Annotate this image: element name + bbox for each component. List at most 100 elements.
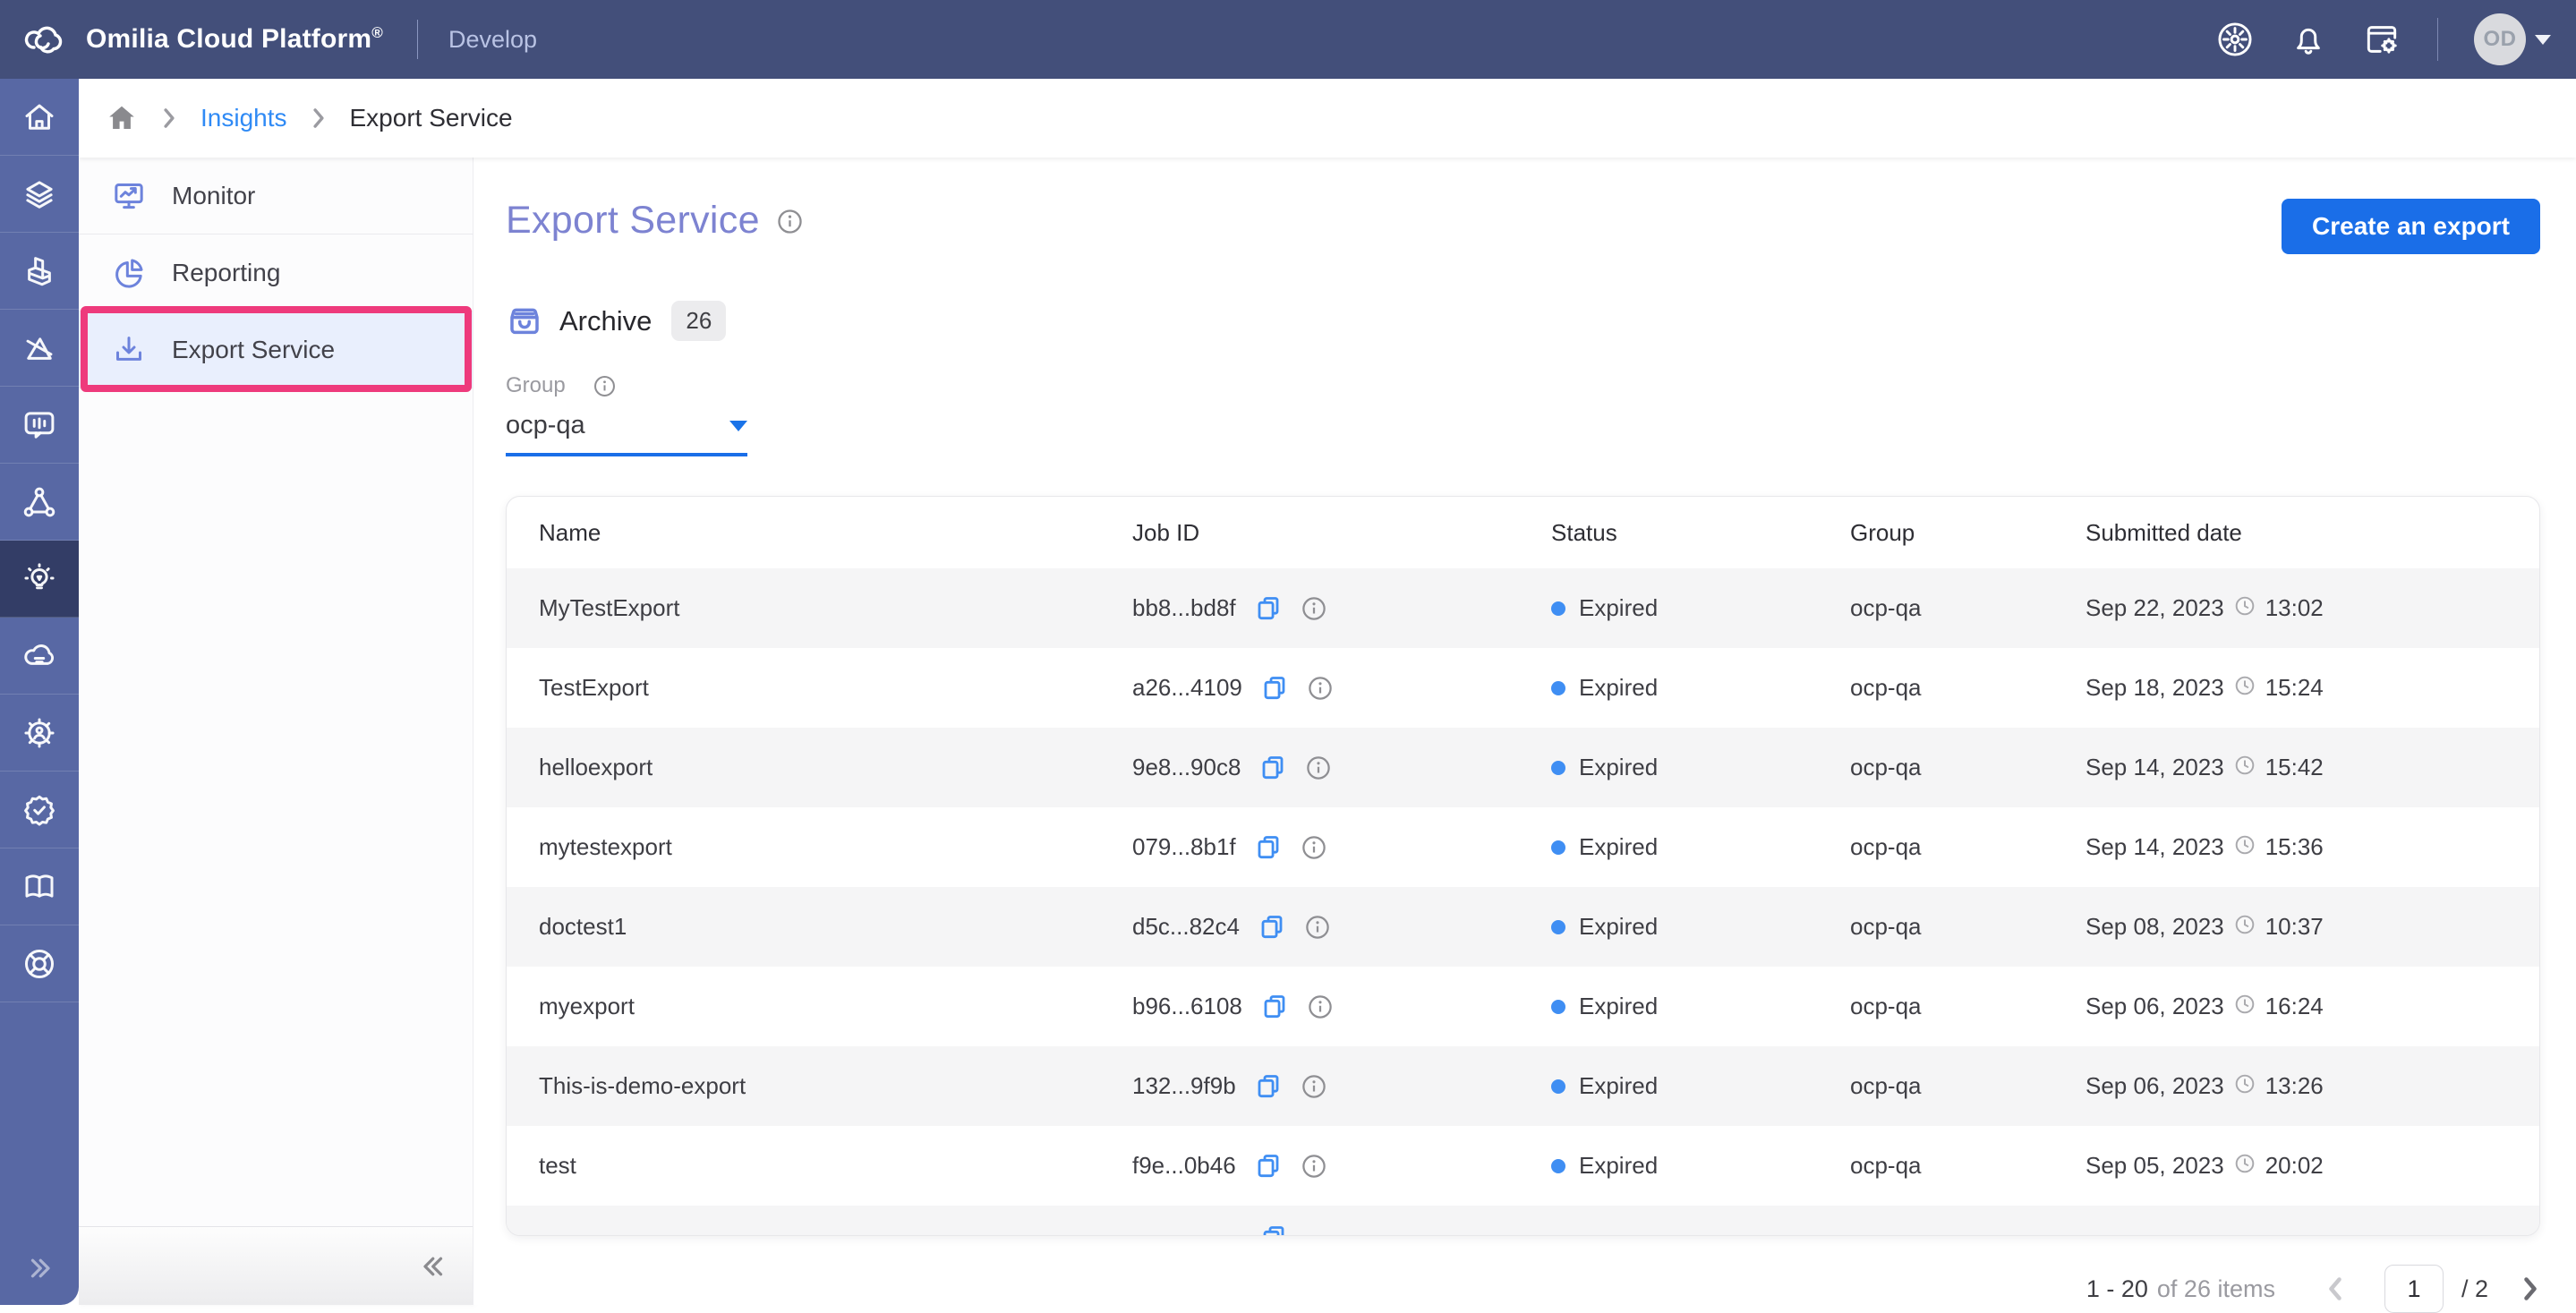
- settings-wheel-icon[interactable]: [2215, 20, 2255, 59]
- rail-3d-object-icon[interactable]: [0, 233, 79, 310]
- info-icon[interactable]: [1307, 675, 1334, 702]
- submitted-time: 15:24: [2265, 674, 2324, 702]
- copy-icon[interactable]: [1258, 913, 1286, 942]
- status-dot: [1551, 761, 1565, 775]
- export-name: test: [539, 1152, 1132, 1180]
- rail-badge-check-icon[interactable]: [0, 772, 79, 848]
- export-name: This-is-demo-export: [539, 1072, 1132, 1100]
- rail-home-icon[interactable]: [0, 79, 79, 156]
- collapse-sidebar-button[interactable]: [419, 1253, 449, 1280]
- table-row: MyTestExport bb8...bd8f Expired ocp-qa S…: [507, 568, 2539, 648]
- copy-icon[interactable]: [1254, 594, 1283, 623]
- status-dot: [1551, 681, 1565, 695]
- copy-icon[interactable]: [1260, 993, 1289, 1021]
- submitted-time: 13:26: [2265, 1072, 2324, 1100]
- group-cell: ocp-qa: [1850, 674, 2086, 702]
- submitted-date: Sep 08, 2023: [2086, 913, 2224, 941]
- job-id: b96...6108: [1132, 993, 1242, 1020]
- info-icon[interactable]: [1301, 834, 1327, 861]
- status-dot: [1551, 1000, 1565, 1014]
- breadcrumb-link-insights[interactable]: Insights: [200, 104, 287, 132]
- info-icon[interactable]: [1305, 755, 1332, 781]
- rail-documentation-icon[interactable]: [0, 848, 79, 925]
- rail-network-icon[interactable]: [0, 464, 79, 541]
- previous-page-icon[interactable]: [2325, 1275, 2345, 1302]
- status-text: Expired: [1579, 594, 1658, 622]
- archive-count-badge: 26: [671, 301, 726, 341]
- submitted-date: Sep 18, 2023: [2086, 674, 2224, 702]
- copy-icon[interactable]: [1254, 833, 1283, 862]
- create-export-button[interactable]: Create an export: [2282, 199, 2540, 254]
- title-info-icon[interactable]: [776, 208, 804, 235]
- status-text: Expired: [1579, 754, 1658, 781]
- rail-admin-gear-icon[interactable]: [0, 695, 79, 772]
- rail-design-tools-icon[interactable]: [0, 310, 79, 387]
- chevron-right-icon: [311, 107, 327, 130]
- rail-insights-icon[interactable]: [0, 541, 79, 618]
- app-settings-icon[interactable]: [2362, 20, 2401, 59]
- rail-layers-icon[interactable]: [0, 156, 79, 233]
- sidebar-item-reporting[interactable]: Reporting: [79, 234, 473, 311]
- avatar[interactable]: OD: [2474, 13, 2526, 65]
- secondary-sidebar: Monitor Reporting Export Service: [79, 158, 473, 1305]
- group-cell: ocp-qa: [1850, 1152, 2086, 1180]
- table-header-row: Name Job ID Status Group Submitted date: [507, 497, 2539, 568]
- copy-icon[interactable]: [1254, 1152, 1283, 1181]
- status-text: Expired: [1579, 674, 1658, 702]
- clock-icon: [2233, 1072, 2256, 1100]
- rail-support-icon[interactable]: [0, 925, 79, 1002]
- submitted-date: Sep 14, 2023: [2086, 833, 2224, 861]
- chevron-right-icon: [161, 107, 177, 130]
- export-name: doctest1: [539, 913, 1132, 941]
- page-number-input[interactable]: 1: [2384, 1265, 2444, 1313]
- status-dot: [1551, 840, 1565, 855]
- copy-icon[interactable]: [1259, 1223, 1288, 1235]
- group-cell: ocp-qa: [1850, 833, 2086, 861]
- info-icon[interactable]: [1307, 993, 1334, 1020]
- notifications-bell-icon[interactable]: [2289, 20, 2328, 59]
- sidebar-item-monitor[interactable]: Monitor: [79, 158, 473, 234]
- sidebar-item-export-service[interactable]: Export Service: [79, 311, 473, 388]
- copy-icon[interactable]: [1254, 1072, 1283, 1101]
- submitted-date: Sep 06, 2023: [2086, 993, 2224, 1020]
- job-id: a26...4109: [1132, 674, 1242, 702]
- archive-label: Archive: [559, 305, 652, 337]
- group-label: Group: [506, 373, 566, 398]
- info-icon[interactable]: [1304, 914, 1331, 941]
- copy-icon[interactable]: [1258, 754, 1287, 782]
- product-name: Develop: [448, 26, 537, 54]
- info-icon[interactable]: [1301, 1153, 1327, 1180]
- sidebar-item-label: Reporting: [172, 259, 280, 287]
- top-header: Omilia Cloud Platform® Develop: [0, 0, 2576, 79]
- icon-rail: [0, 79, 79, 1305]
- copy-icon[interactable]: [1260, 674, 1289, 703]
- double-chevron-left-icon: [419, 1253, 449, 1280]
- group-info-icon[interactable]: [593, 374, 617, 398]
- submitted-date: Sep 06, 2023: [2086, 1072, 2224, 1100]
- page-title: Export Service: [506, 199, 760, 243]
- archive-icon: [506, 303, 543, 340]
- table-row: doctest1 d5c...82c4 Expired ocp-qa Sep 0…: [507, 887, 2539, 967]
- submitted-time: 20:02: [2265, 1152, 2324, 1180]
- home-icon[interactable]: [106, 102, 138, 134]
- page: Omilia Cloud Platform® Develop: [0, 0, 2576, 1305]
- info-icon[interactable]: [1301, 1073, 1327, 1100]
- pagination-total-pages: / 2: [2461, 1275, 2488, 1303]
- rail-cloud-services-icon[interactable]: [0, 618, 79, 695]
- job-id: f9e...0b46: [1132, 1152, 1236, 1180]
- column-header-status: Status: [1551, 519, 1850, 547]
- user-menu[interactable]: OD: [2474, 13, 2551, 65]
- download-icon: [111, 332, 147, 368]
- column-header-job-id: Job ID: [1132, 519, 1551, 547]
- group-cell: ocp-qa: [1850, 913, 2086, 941]
- group-select[interactable]: ocp-qa: [506, 411, 747, 456]
- expand-sidebar-button[interactable]: [0, 1255, 79, 1282]
- group-cell: ocp-qa: [1850, 594, 2086, 622]
- next-page-icon[interactable]: [2521, 1275, 2540, 1302]
- export-name: myexport: [539, 993, 1132, 1020]
- pagination-of-text: of 26 items: [2157, 1275, 2275, 1303]
- rail-conversation-icon[interactable]: [0, 387, 79, 464]
- submitted-time: 16:24: [2265, 993, 2324, 1020]
- info-icon[interactable]: [1301, 595, 1327, 622]
- group-selected-value: ocp-qa: [506, 411, 585, 440]
